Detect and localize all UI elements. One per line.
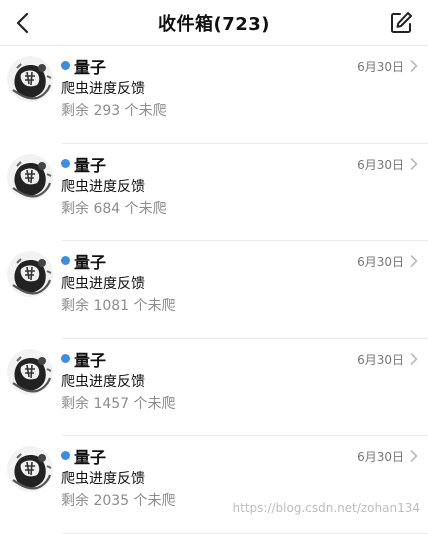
message-row[interactable]: 量子 爬虫进度反馈 剩余 2035 个未爬 6月30日 <box>0 436 428 534</box>
unread-indicator <box>61 353 70 363</box>
message-row[interactable]: 量子 爬虫进度反馈 剩余 1081 个未爬 6月30日 <box>0 241 428 339</box>
message-date: 6月30日 <box>357 157 404 172</box>
unread-indicator <box>61 158 70 168</box>
chevron-right-icon <box>410 255 418 267</box>
message-preview: 剩余 2035 个未爬 <box>61 493 176 510</box>
message-preview: 剩余 293 个未爬 <box>61 103 167 119</box>
message-subject: 爬虫进度反馈 <box>61 81 145 97</box>
message-preview: 剩余 1457 个未爬 <box>61 395 176 412</box>
message-subject: 爬虫进度反馈 <box>61 471 145 488</box>
unread-indicator <box>61 256 70 266</box>
message-subject: 爬虫进度反馈 <box>61 178 145 195</box>
message-preview: 剩余 1081 个未爬 <box>61 298 176 315</box>
sender-name: 量子 <box>74 350 107 370</box>
message-subject: 爬虫进度反馈 <box>61 276 145 293</box>
message-date: 6月30日 <box>357 255 404 270</box>
message-date: 6月30日 <box>357 450 404 465</box>
message-preview: 剩余 684 个未爬 <box>61 200 167 217</box>
message-date: 6月30日 <box>357 352 404 367</box>
avatar <box>7 251 53 298</box>
sender-name: 量子 <box>74 155 107 175</box>
message-row[interactable]: 量子 爬虫进度反馈 剩余 684 个未爬 6月30日 <box>0 144 428 242</box>
avatar <box>7 348 53 395</box>
unread-indicator <box>61 451 70 461</box>
watermark-text: https://blog.csdn.net/zohan134 <box>232 501 420 515</box>
message-date: 6月30日 <box>357 60 404 74</box>
sender-name: 量子 <box>74 448 107 468</box>
avatar <box>7 446 53 493</box>
message-list: 量子 爬虫进度反馈 剩余 293 个未爬 6月30日 量子 爬虫进度反馈 剩余 … <box>0 46 428 534</box>
chevron-right-icon <box>410 157 418 170</box>
unread-indicator <box>61 61 70 70</box>
compose-edit-icon[interactable] <box>388 10 414 36</box>
chevron-right-icon <box>410 450 418 463</box>
message-row[interactable]: 量子 爬虫进度反馈 剩余 1457 个未爬 6月30日 <box>0 339 428 437</box>
sender-name: 量子 <box>74 58 107 77</box>
page-title: 收件箱(723) <box>157 14 271 35</box>
message-row[interactable]: 量子 爬虫进度反馈 剩余 293 个未爬 6月30日 <box>0 46 428 144</box>
chevron-right-icon <box>410 60 418 72</box>
sender-name: 量子 <box>74 253 107 273</box>
avatar <box>7 56 53 102</box>
message-subject: 爬虫进度反馈 <box>61 373 145 390</box>
chevron-right-icon <box>410 352 418 365</box>
navigation-bar: 收件箱(723) <box>0 0 428 46</box>
avatar <box>7 153 53 200</box>
